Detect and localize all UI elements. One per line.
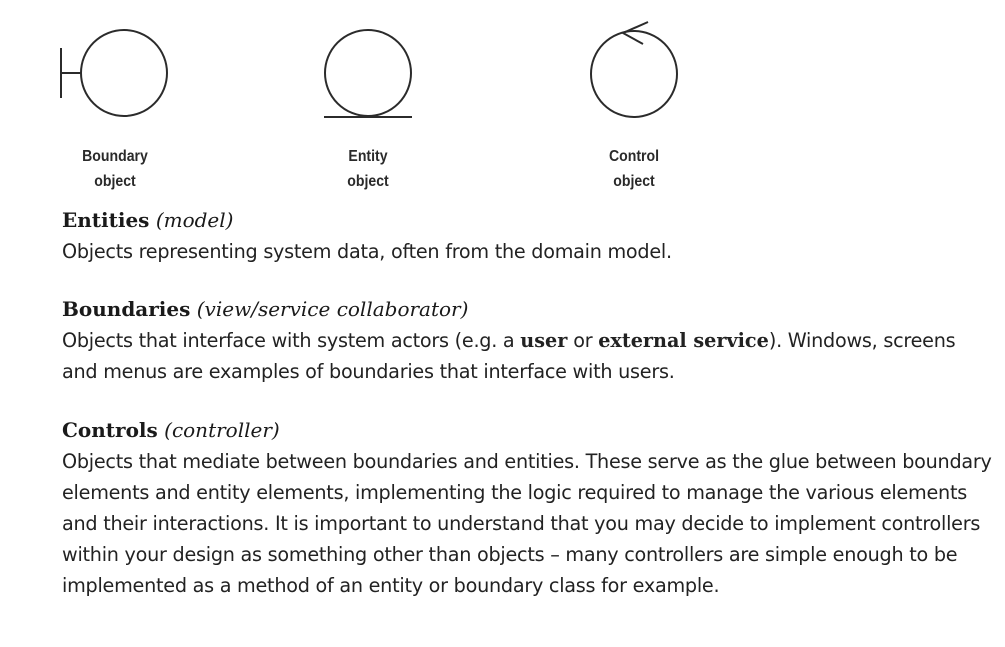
- external-service-term: external service: [598, 329, 769, 353]
- controls-heading: Controls (controller): [62, 417, 280, 442]
- controls-section: Controls (controller) Objects that media…: [62, 415, 992, 602]
- user-term: user: [520, 329, 568, 353]
- entity-object-label: Entity object: [347, 148, 389, 190]
- entities-heading: Entities (model): [62, 208, 234, 232]
- boundaries-description: Objects that interface with system actor…: [62, 329, 956, 384]
- definitions: Entities (model) Objects representing sy…: [62, 205, 992, 629]
- boundary-object-label: Boundary object: [82, 148, 148, 190]
- entity-object: Entity object: [288, 18, 448, 190]
- entities-section: Entities (model) Objects representing sy…: [62, 205, 992, 267]
- entity-object-icon: [324, 29, 412, 118]
- boundaries-heading: Boundaries (view/service collaborator): [62, 297, 469, 322]
- boundary-object: Boundary object: [35, 18, 195, 190]
- boundaries-section: Boundaries (view/service collaborator) O…: [62, 294, 992, 387]
- control-object: Control object: [554, 18, 714, 190]
- boundary-object-icon: [60, 29, 168, 117]
- entities-description: Objects representing system data, often …: [62, 240, 672, 263]
- controls-description: Objects that mediate between boundaries …: [62, 449, 992, 598]
- control-object-label: Control object: [608, 148, 660, 190]
- robustness-icons: Boundary object Entity object Control ob…: [0, 0, 1005, 190]
- control-object-icon: [590, 21, 678, 118]
